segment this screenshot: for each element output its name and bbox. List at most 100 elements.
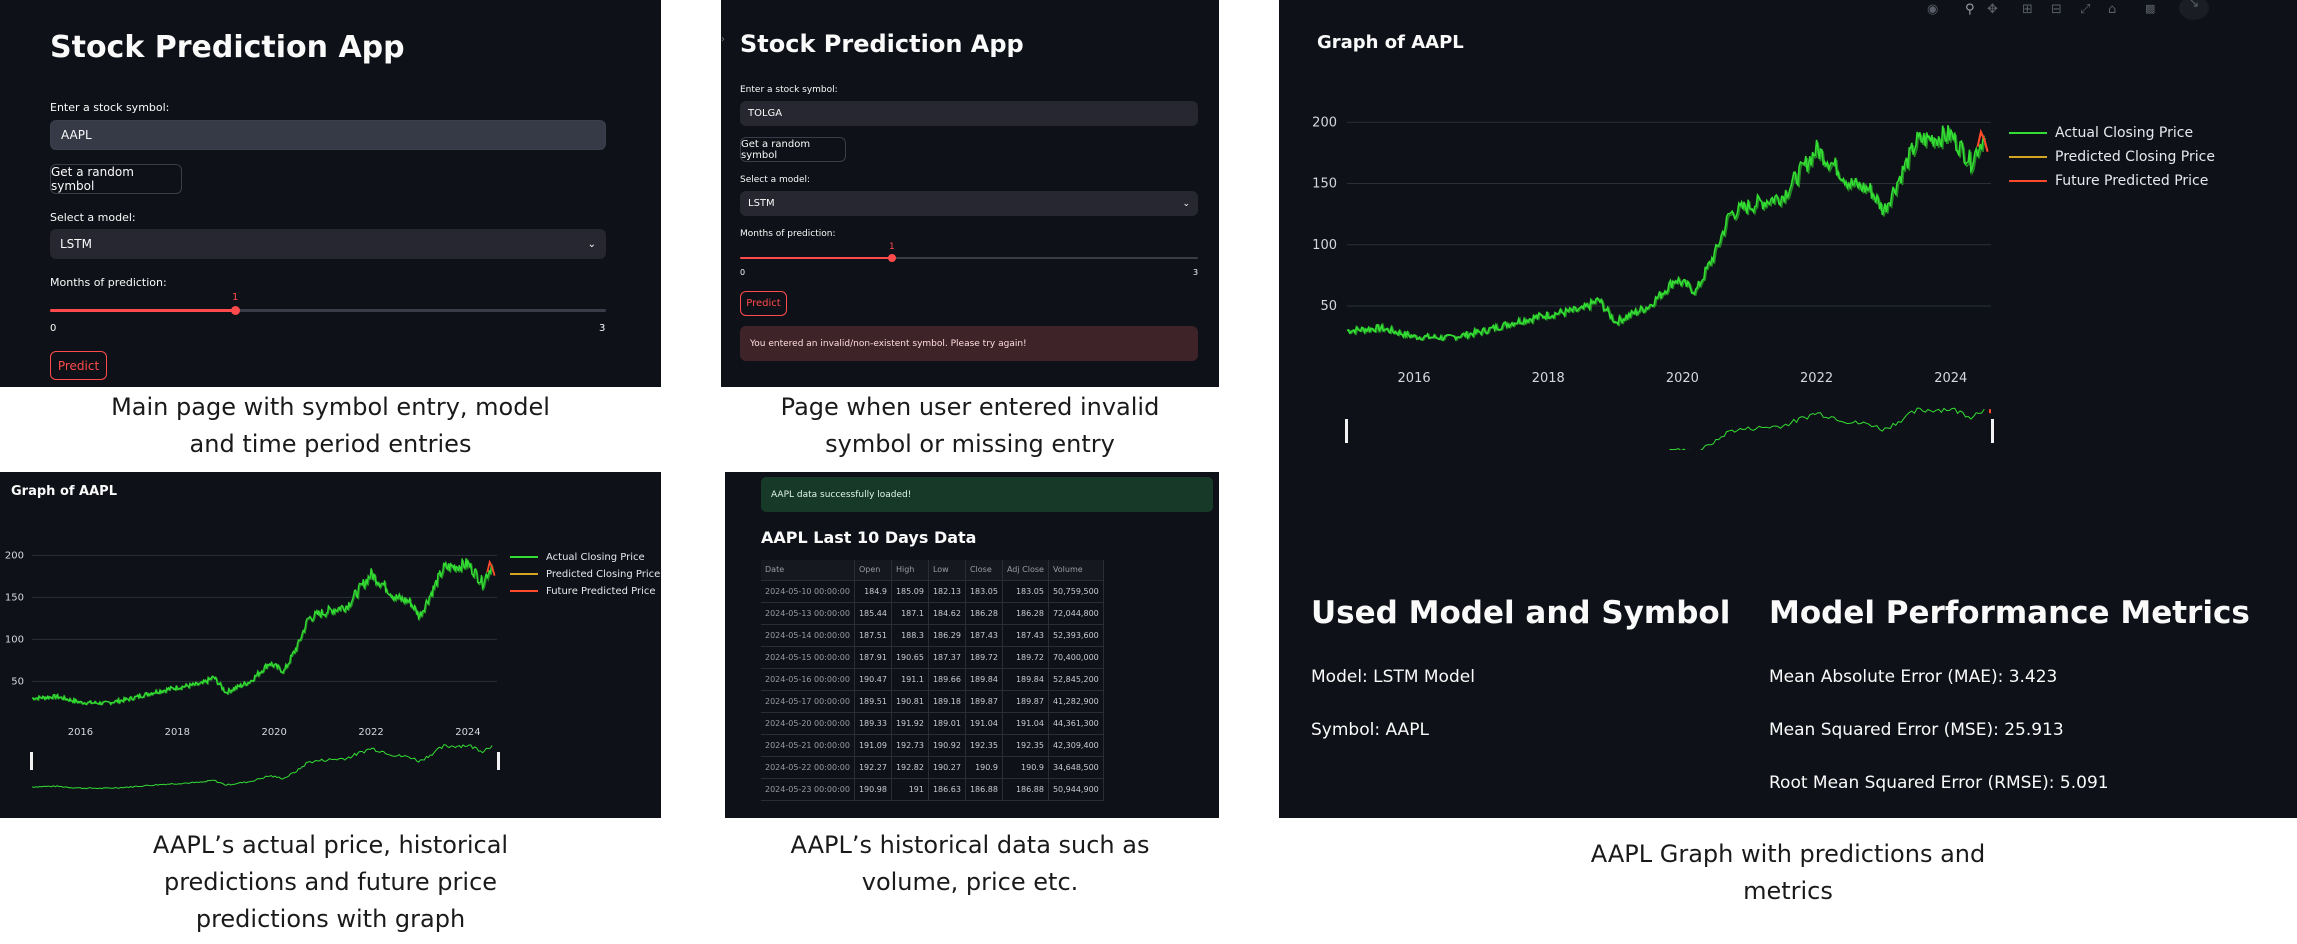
table-cell: 183.05 bbox=[1002, 580, 1049, 603]
y-tick-label: 100 bbox=[1312, 238, 1337, 253]
symbol-input[interactable]: AAPL bbox=[50, 120, 606, 150]
x-tick-label: 2022 bbox=[358, 727, 383, 738]
table-header-cell[interactable]: Date bbox=[761, 560, 855, 581]
table-cell: 52,845,200 bbox=[1048, 668, 1104, 691]
error-alert: You entered an invalid/non-existent symb… bbox=[740, 326, 1198, 361]
table-cell: 190.65 bbox=[891, 646, 929, 669]
table-cell: 189.72 bbox=[965, 646, 1003, 669]
table-cell: 190.98 bbox=[854, 778, 892, 801]
legend-label: Actual Closing Price bbox=[2055, 125, 2193, 141]
table-cell: 2024-05-17 00:00:00 bbox=[761, 690, 855, 713]
table-row[interactable]: 2024-05-15 00:00:00 187.91 190.65 187.37 189… bbox=[761, 646, 1104, 669]
y-tick-label: 150 bbox=[5, 592, 24, 603]
mae-line: Mean Absolute Error (MAE): 3.423 bbox=[1769, 667, 2058, 687]
range-slider-handle-left[interactable] bbox=[30, 752, 33, 770]
table-cell: 191.04 bbox=[965, 712, 1003, 735]
slider-min: 0 bbox=[740, 268, 746, 277]
random-symbol-button[interactable]: Get a random symbol bbox=[740, 137, 846, 162]
table-row[interactable]: 2024-05-13 00:00:00 185.44 187.1 184.62 186.… bbox=[761, 602, 1104, 625]
table-header-cell[interactable]: Close bbox=[965, 560, 1003, 581]
table-cell: 185.09 bbox=[891, 580, 929, 603]
table-row[interactable]: 2024-05-20 00:00:00 189.33 191.92 189.01 191… bbox=[761, 712, 1104, 735]
table-cell: 2024-05-14 00:00:00 bbox=[761, 624, 855, 647]
table-cell: 187.51 bbox=[854, 624, 892, 647]
table-cell: 50,759,500 bbox=[1048, 580, 1104, 603]
caption-line: and time period entries bbox=[189, 430, 472, 458]
table-cell: 2024-05-10 00:00:00 bbox=[761, 580, 855, 603]
table-header-cell[interactable]: Adj Close bbox=[1002, 560, 1049, 581]
error-alert-text: You entered an invalid/non-existent symb… bbox=[750, 338, 1027, 349]
table-header-cell[interactable]: Low bbox=[928, 560, 966, 581]
symbol-input-value: AAPL bbox=[61, 128, 92, 142]
table-cell: 186.28 bbox=[965, 602, 1003, 625]
success-alert: AAPL data successfully loaded! bbox=[761, 477, 1213, 512]
data-table[interactable]: Date Open High Low Close Adj Close Volume 2024… bbox=[761, 560, 1104, 801]
y-tick-label: 50 bbox=[11, 676, 24, 687]
table-header-cell[interactable]: Volume bbox=[1048, 560, 1104, 581]
table-cell: 190.47 bbox=[854, 668, 892, 691]
table-row[interactable]: 2024-05-23 00:00:00 190.98 191 186.63 186.88… bbox=[761, 778, 1104, 801]
table-cell: 189.33 bbox=[854, 712, 892, 735]
months-slider-thumb[interactable] bbox=[231, 306, 240, 315]
x-tick-label: 2024 bbox=[455, 727, 480, 738]
predict-button[interactable]: Predict bbox=[740, 291, 787, 316]
table-cell: 184.62 bbox=[928, 602, 966, 625]
table-row[interactable]: 2024-05-10 00:00:00 184.9 185.09 182.13 183.… bbox=[761, 580, 1104, 603]
price-chart[interactable]: 50 100 150 200 2016 2018 2020 2022 2024 Actual Cl… bbox=[1279, 0, 2297, 450]
table-cell: 190.27 bbox=[928, 756, 966, 779]
table-row[interactable]: 2024-05-14 00:00:00 187.51 188.3 186.29 187.… bbox=[761, 624, 1104, 647]
range-slider-handle-right[interactable] bbox=[1991, 419, 1994, 443]
table-cell: 44,361,300 bbox=[1048, 712, 1104, 735]
predict-button[interactable]: Predict bbox=[50, 351, 107, 380]
random-symbol-button[interactable]: Get a random symbol bbox=[50, 164, 182, 194]
months-slider-fill bbox=[50, 309, 235, 312]
table-row[interactable]: 2024-05-21 00:00:00 191.09 192.73 190.92 192… bbox=[761, 734, 1104, 757]
table-row[interactable]: 2024-05-16 00:00:00 190.47 191.1 189.66 189.… bbox=[761, 668, 1104, 691]
months-slider-thumb[interactable] bbox=[888, 254, 896, 262]
table-cell: 190.92 bbox=[928, 734, 966, 757]
table-cell: 189.84 bbox=[1002, 668, 1049, 691]
table-cell: 50,944,900 bbox=[1048, 778, 1104, 801]
symbol-label: Enter a stock symbol: bbox=[740, 85, 838, 95]
x-tick-label: 2022 bbox=[1800, 371, 1833, 386]
table-cell: 70,400,000 bbox=[1048, 646, 1104, 669]
table-header-cell[interactable]: High bbox=[891, 560, 929, 581]
table-cell: 2024-05-23 00:00:00 bbox=[761, 778, 855, 801]
range-slider-handle-left[interactable] bbox=[1345, 419, 1348, 443]
symbol-input[interactable]: TOLGA bbox=[740, 101, 1198, 126]
chevron-down-icon: ⌄ bbox=[1182, 198, 1190, 209]
y-tick-label: 100 bbox=[5, 634, 24, 645]
table-cell: 2024-05-16 00:00:00 bbox=[761, 668, 855, 691]
table-row[interactable]: 2024-05-17 00:00:00 189.51 190.81 189.18 189… bbox=[761, 690, 1104, 713]
y-tick-label: 150 bbox=[1312, 177, 1337, 192]
price-chart[interactable]: 50 100 150 200 2016 2018 2020 2022 2024 Actual Cl… bbox=[0, 472, 661, 818]
caption-graph-metrics: AAPL Graph with predictions and metrics bbox=[1279, 836, 2297, 910]
caption-line: Page when user entered invalid bbox=[780, 393, 1160, 421]
model-select[interactable]: LSTM ⌄ bbox=[740, 191, 1198, 216]
table-header-cell[interactable]: Open bbox=[854, 560, 892, 581]
table-cell: 189.51 bbox=[854, 690, 892, 713]
table-cell: 186.63 bbox=[928, 778, 966, 801]
table-cell: 192.82 bbox=[891, 756, 929, 779]
table-cell: 190.9 bbox=[965, 756, 1003, 779]
table-cell: 189.87 bbox=[965, 690, 1003, 713]
table-cell: 183.05 bbox=[965, 580, 1003, 603]
table-cell: 186.29 bbox=[928, 624, 966, 647]
table-cell: 188.3 bbox=[891, 624, 929, 647]
mse-line: Mean Squared Error (MSE): 25.913 bbox=[1769, 720, 2064, 740]
caption-line: predictions and future price bbox=[163, 868, 498, 896]
table-cell: 191.1 bbox=[891, 668, 929, 691]
model-select[interactable]: LSTM ⌄ bbox=[50, 229, 606, 259]
table-cell: 187.43 bbox=[965, 624, 1003, 647]
caption-line: symbol or missing entry bbox=[825, 430, 1115, 458]
legend-label: Predicted Closing Price bbox=[2055, 149, 2215, 165]
x-tick-label: 2020 bbox=[1666, 371, 1699, 386]
predicted-closing-line bbox=[32, 559, 494, 706]
caption-line: metrics bbox=[1743, 877, 1833, 905]
table-cell: 72,044,800 bbox=[1048, 602, 1104, 625]
table-cell: 189.87 bbox=[1002, 690, 1049, 713]
table-row[interactable]: 2024-05-22 00:00:00 192.27 192.82 190.27 190… bbox=[761, 756, 1104, 779]
range-slider-handle-right[interactable] bbox=[497, 752, 500, 770]
sidebar-toggle-icon[interactable]: › bbox=[721, 34, 725, 45]
x-tick-label: 2016 bbox=[68, 727, 93, 738]
